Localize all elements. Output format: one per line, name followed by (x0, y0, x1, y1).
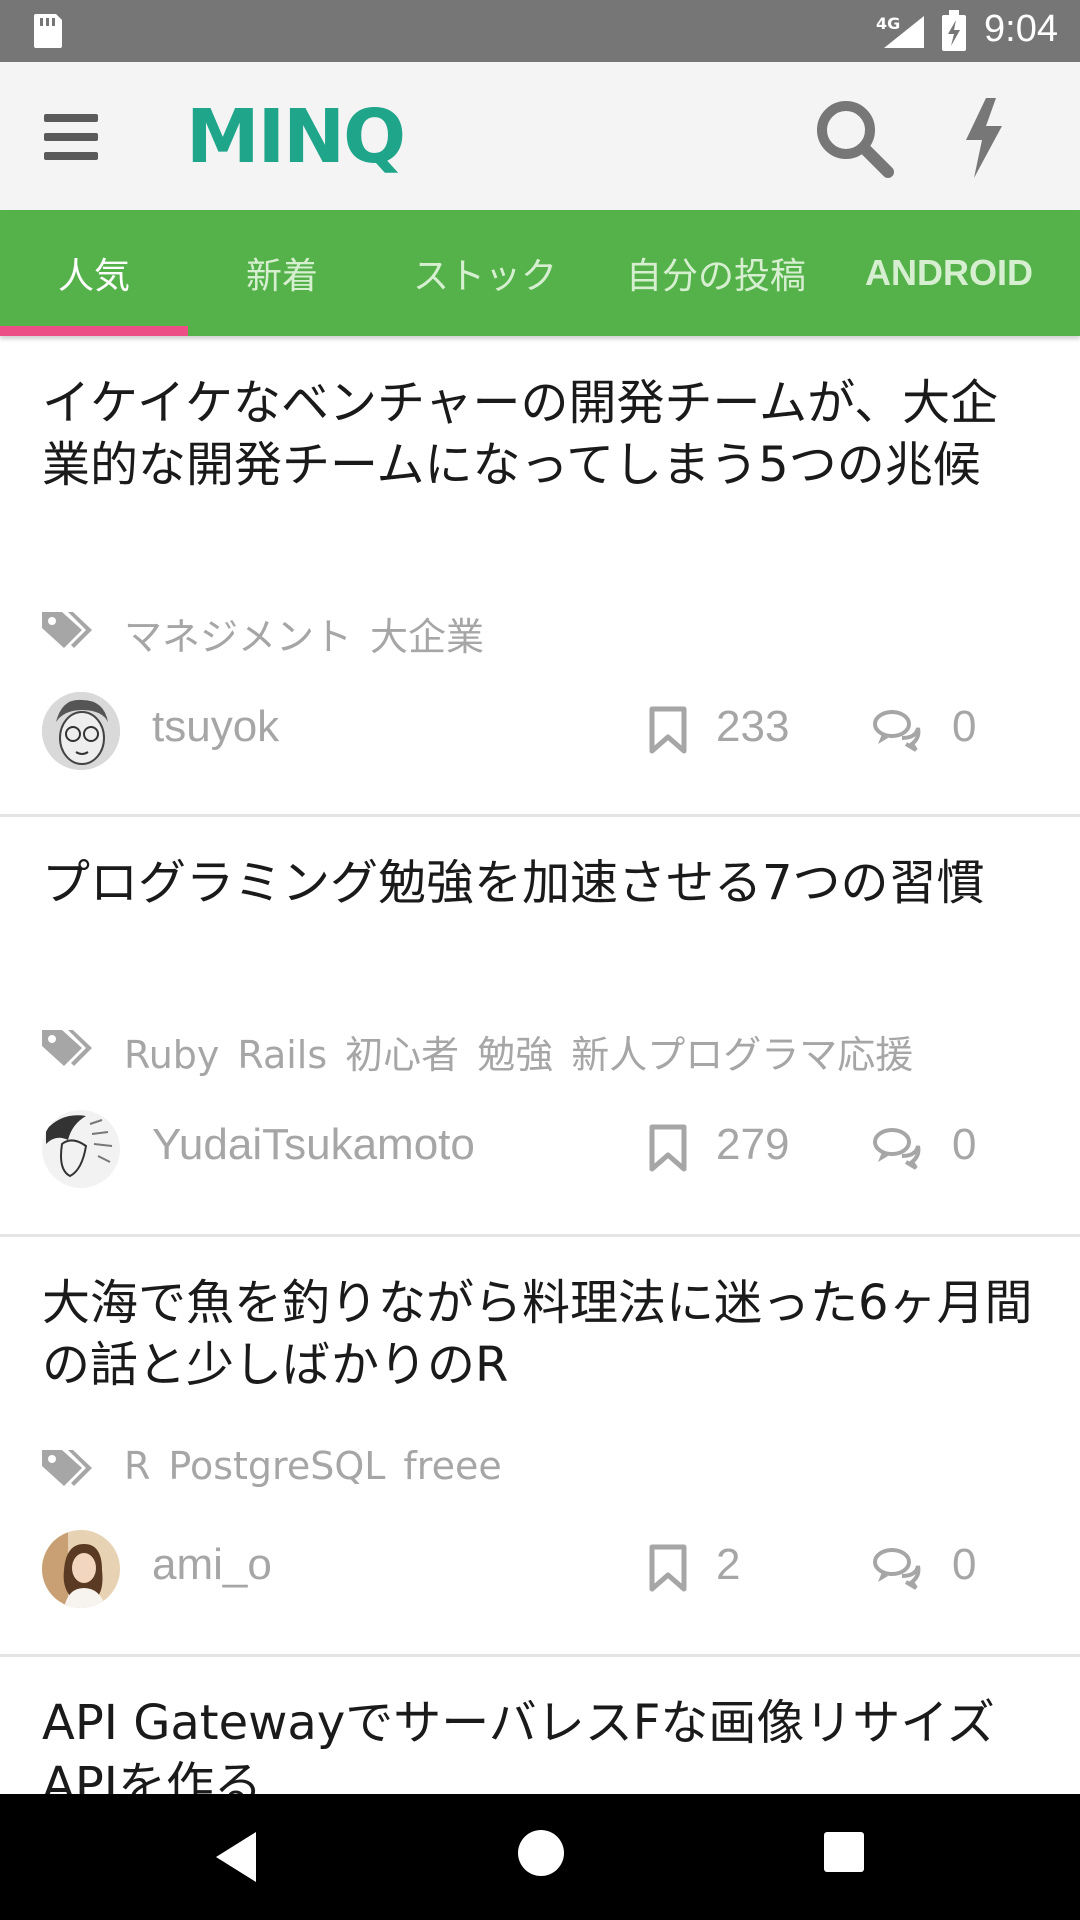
tag-icon (42, 612, 92, 648)
avatar[interactable] (42, 1530, 120, 1608)
comment-count: 0 (952, 702, 977, 751)
comment-icon (873, 1128, 921, 1170)
post-title[interactable]: プログラミング勉強を加速させる7つの習慣 (42, 852, 1042, 914)
bolt-icon[interactable] (956, 96, 1012, 180)
svg-text:MINQ: MINQ (186, 96, 404, 174)
avatar[interactable] (42, 692, 120, 770)
post-tags: Ruby Rails 初心者 勉強 新人プログラマ応援 (124, 1024, 931, 1079)
bookmark-icon (649, 1544, 687, 1592)
status-bar: 4G 9:04 (0, 0, 1080, 62)
post-card[interactable]: API GatewayでサーバレスFな画像リサイズAPIを作る (0, 1654, 1080, 1794)
tag-label[interactable]: Ruby (124, 1033, 219, 1077)
clock: 9:04 (984, 8, 1058, 50)
tab-bar: 人気 新着 ストック 自分の投稿 ANDROID (0, 210, 1080, 336)
post-card[interactable]: イケイケなベンチャーの開発チームが、大企業的な開発チームになってしまう5つの兆候… (0, 336, 1080, 817)
tag-label[interactable]: Rails (237, 1033, 327, 1077)
tag-label[interactable]: R (124, 1444, 150, 1488)
tab-my-posts[interactable]: 自分の投稿 (594, 210, 838, 336)
menu-icon[interactable] (44, 112, 102, 162)
post-title[interactable]: イケイケなベンチャーの開発チームが、大企業的な開発チームになってしまう5つの兆候 (42, 372, 1042, 496)
post-title[interactable]: 大海で魚を釣りながら料理法に迷った6ヶ月間の話と少しばかりのR (42, 1272, 1042, 1396)
tag-label[interactable]: 大企業 (370, 615, 484, 659)
tag-label[interactable]: 初心者 (345, 1033, 459, 1077)
search-icon[interactable] (812, 96, 896, 180)
tab-new[interactable]: 新着 (188, 210, 376, 336)
back-icon[interactable] (212, 1830, 258, 1884)
comment-icon (873, 1548, 921, 1590)
tag-icon (42, 1450, 92, 1486)
system-nav-bar (0, 1794, 1080, 1920)
tab-stock[interactable]: ストック (376, 210, 594, 336)
bookmark-icon (649, 1124, 687, 1172)
minq-logo: MINQ (186, 96, 406, 174)
sd-card-icon (34, 14, 62, 48)
author-name[interactable]: YudaiTsukamoto (152, 1120, 475, 1170)
tag-label[interactable]: 新人プログラマ応援 (571, 1033, 913, 1077)
stock-count: 233 (716, 702, 790, 751)
comment-icon (873, 710, 921, 752)
post-card[interactable]: プログラミング勉強を加速させる7つの習慣 Ruby Rails 初心者 勉強 新人プログ… (0, 814, 1080, 1237)
author-name[interactable]: tsuyok (152, 702, 279, 752)
avatar[interactable] (42, 1110, 120, 1188)
post-list: イケイケなベンチャーの開発チームが、大企業的な開発チームになってしまう5つの兆候… (0, 336, 1080, 1794)
bookmark-icon (649, 706, 687, 754)
post-tags: R PostgreSQL freee (124, 1444, 520, 1488)
tag-label[interactable]: PostgreSQL (168, 1444, 385, 1488)
author-name[interactable]: ami_o (152, 1540, 272, 1590)
stock-count: 2 (716, 1540, 741, 1589)
app-bar (0, 62, 1080, 210)
signal-icon (884, 16, 924, 48)
home-icon[interactable] (518, 1830, 564, 1876)
tag-label[interactable]: freee (403, 1444, 501, 1488)
tag-label[interactable]: マネジメント (124, 615, 352, 659)
post-tags: マネジメント 大企業 (124, 606, 502, 661)
tab-android[interactable]: ANDROID (838, 210, 1060, 336)
tab-indicator (0, 326, 188, 336)
comment-count: 0 (952, 1120, 977, 1169)
post-title[interactable]: API GatewayでサーバレスFな画像リサイズAPIを作る (42, 1692, 1042, 1794)
post-card[interactable]: 大海で魚を釣りながら料理法に迷った6ヶ月間の話と少しばかりのR R Postgre… (0, 1234, 1080, 1657)
tag-icon (42, 1030, 92, 1066)
recent-apps-icon[interactable] (824, 1832, 864, 1872)
tab-popular[interactable]: 人気 (0, 210, 188, 336)
tag-label[interactable]: 勉強 (477, 1033, 553, 1077)
stock-count: 279 (716, 1120, 790, 1169)
battery-icon (942, 10, 966, 51)
comment-count: 0 (952, 1540, 977, 1589)
